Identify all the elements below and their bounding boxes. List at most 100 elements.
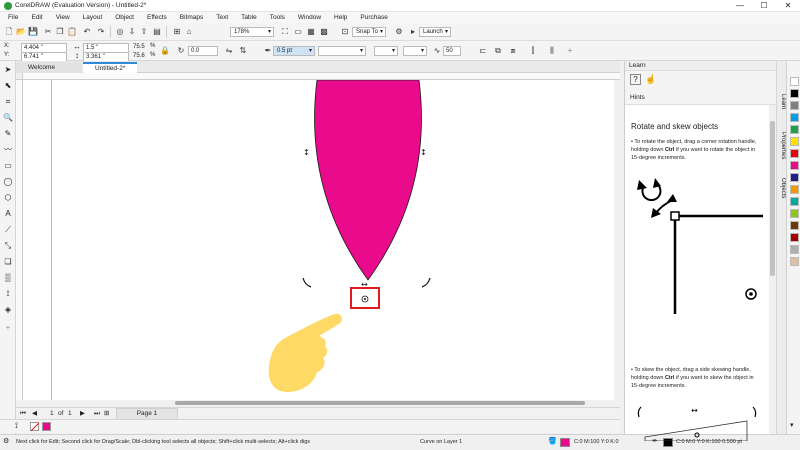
zoom-to-page-icon[interactable]: ⛶	[280, 27, 290, 37]
menu-object[interactable]: Object	[115, 14, 134, 21]
tab-welcome-screen[interactable]: Welcome Screen	[16, 62, 82, 82]
undo-icon[interactable]: ↶	[82, 27, 92, 37]
canvas-horizontal-scrollbar[interactable]	[175, 401, 585, 405]
fill-color-swatch[interactable]	[560, 438, 570, 447]
import-icon[interactable]: ⇩	[127, 27, 137, 37]
freehand-tool-icon[interactable]: ✎	[3, 129, 13, 139]
full-screen-icon[interactable]: ▭	[293, 27, 303, 37]
menu-file[interactable]: File	[8, 14, 18, 21]
no-color-swatch[interactable]	[30, 422, 39, 431]
pick-tool-icon[interactable]: ➤	[3, 65, 13, 75]
rotation-handle-bottom-right[interactable]	[421, 277, 431, 288]
pink-teardrop-shape[interactable]	[314, 80, 422, 281]
learn-scrollbar-thumb[interactable]	[770, 121, 775, 276]
copy-icon[interactable]: ❐	[55, 27, 65, 37]
skew-handle-right[interactable]: ↕	[420, 148, 427, 157]
text-tool-icon[interactable]: A	[3, 209, 13, 219]
palette-swatch[interactable]	[790, 221, 799, 230]
wrap-text-icon[interactable]: ⊏	[478, 46, 488, 56]
crop-tool-icon[interactable]: ⌗	[3, 97, 13, 107]
palette-swatch[interactable]	[790, 161, 799, 170]
skew-handle-left[interactable]: ↕	[303, 148, 310, 157]
menu-purchase[interactable]: Purchase	[360, 14, 387, 21]
next-page-icon[interactable]: ▶	[80, 409, 85, 419]
parallel-dimension-icon[interactable]: ⟋	[3, 225, 13, 235]
first-page-icon[interactable]: ⏮	[20, 409, 26, 419]
add-icon[interactable]: +	[565, 46, 575, 56]
rotation-handle-bottom-left[interactable]	[302, 277, 312, 288]
add-tool-icon[interactable]: +	[3, 323, 13, 333]
polygon-tool-icon[interactable]: ⬡	[3, 193, 13, 203]
start-arrowhead-dropdown[interactable]	[374, 46, 398, 56]
menu-layout[interactable]: Layout	[83, 14, 103, 21]
vertical-ruler[interactable]	[16, 80, 23, 400]
learn-hand-icon[interactable]: ☝	[645, 74, 656, 85]
menu-edit[interactable]: Edit	[31, 14, 42, 21]
snap-to-dropdown[interactable]: Snap To	[352, 27, 386, 37]
interactive-fill-icon[interactable]: ◈	[3, 305, 13, 315]
menu-text[interactable]: Text	[216, 14, 228, 21]
save-icon[interactable]: 💾	[28, 27, 38, 37]
horizontal-ruler[interactable]	[23, 73, 620, 80]
close-button[interactable]: ✕	[776, 0, 800, 12]
palette-swatch[interactable]	[790, 125, 799, 134]
search-content-icon[interactable]: ◎	[115, 27, 125, 37]
open-icon[interactable]: 📂	[16, 27, 26, 37]
app-launcher-icon[interactable]: ⊞	[172, 27, 182, 37]
rotation-angle-field[interactable]: 0.0	[188, 46, 218, 56]
launch-dropdown[interactable]: Launch	[419, 27, 451, 37]
publish-pdf-icon[interactable]: ▤	[152, 27, 162, 37]
ellipse-tool-icon[interactable]: ◯	[3, 177, 13, 187]
welcome-screen-icon[interactable]: ⌂	[184, 27, 194, 37]
palette-swatch[interactable]	[790, 257, 799, 266]
palette-swatch[interactable]	[790, 149, 799, 158]
options-gear-icon[interactable]: ⚙	[394, 27, 404, 37]
palette-swatch[interactable]	[790, 137, 799, 146]
palette-swatch[interactable]	[790, 113, 799, 122]
palette-swatch[interactable]	[790, 77, 799, 86]
launch-icon[interactable]: ▸	[408, 27, 418, 37]
artistic-media-icon[interactable]: 〰	[3, 145, 13, 155]
align-icon[interactable]: ⫿	[528, 46, 538, 56]
distribute-icon[interactable]: ⫼	[547, 46, 557, 56]
last-page-icon[interactable]: ⏭	[94, 409, 100, 419]
palette-swatch[interactable]	[790, 209, 799, 218]
export-icon[interactable]: ⇧	[139, 27, 149, 37]
palette-swatch[interactable]	[790, 89, 799, 98]
menu-window[interactable]: Window	[298, 14, 321, 21]
transparency-tool-icon[interactable]: ▒	[3, 273, 13, 283]
previous-page-icon[interactable]: ◀	[32, 409, 37, 419]
menu-view[interactable]: View	[56, 14, 70, 21]
tab-untitled-2[interactable]: Untitled-2*	[83, 62, 137, 73]
color-eyedropper-icon[interactable]: ⟟	[15, 421, 18, 431]
lock-ratio-icon[interactable]: 🔒	[160, 46, 170, 56]
menu-table[interactable]: Table	[241, 14, 257, 21]
minimize-button[interactable]: —	[728, 0, 752, 12]
eyedropper-icon[interactable]: ⟟	[3, 289, 13, 299]
smoothing-field[interactable]: 50	[443, 46, 461, 56]
maximize-button[interactable]: ☐	[752, 0, 776, 12]
snap-icon[interactable]: ⊡	[340, 27, 350, 37]
menu-help[interactable]: Help	[334, 14, 347, 21]
hints-icon[interactable]: ?	[630, 74, 641, 85]
connector-tool-icon[interactable]: ⤡	[3, 241, 13, 251]
show-grid-icon[interactable]: ▩	[319, 27, 329, 37]
menu-tools[interactable]: Tools	[270, 14, 285, 21]
drawing-canvas[interactable]: ↕ ↕ ↔	[23, 80, 620, 400]
canvas-vertical-scrollbar[interactable]	[614, 80, 620, 400]
zoom-level-dropdown[interactable]: 178%	[230, 27, 274, 37]
palette-swatch[interactable]	[790, 197, 799, 206]
palette-swatch[interactable]	[790, 245, 799, 254]
to-back-icon[interactable]: ⧈	[508, 46, 518, 56]
side-tab-objects[interactable]: Objects	[778, 173, 786, 203]
palette-swatch[interactable]	[790, 233, 799, 242]
ruler-origin[interactable]	[16, 73, 23, 80]
side-tab-properties[interactable]: Properties	[778, 126, 786, 166]
palette-swatch[interactable]	[790, 173, 799, 182]
cut-icon[interactable]: ✂	[43, 27, 53, 37]
mirror-vertical-icon[interactable]: ⇅	[238, 46, 248, 56]
document-pink-swatch[interactable]	[42, 422, 51, 431]
paste-icon[interactable]: 📋	[67, 27, 77, 37]
to-front-icon[interactable]: ⧉	[493, 46, 503, 56]
redo-icon[interactable]: ↷	[96, 27, 106, 37]
